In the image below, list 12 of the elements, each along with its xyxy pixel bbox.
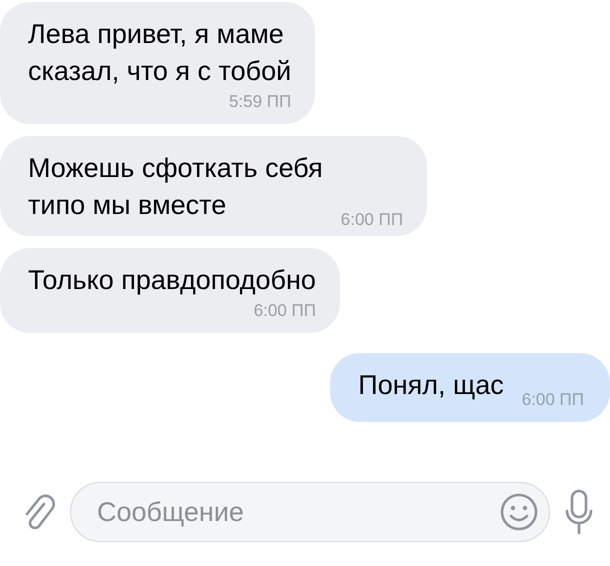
message-input-field[interactable]: Сообщение (70, 482, 550, 542)
message-text: Лева привет, я маме сказал, что я с тобой (28, 18, 292, 88)
message-time: 6:00 ПП (522, 390, 584, 410)
smiley-icon[interactable] (499, 492, 539, 532)
microphone-icon[interactable] (564, 489, 594, 535)
message-time: 6:00 ПП (254, 301, 316, 321)
message-text: Только правдоподобно (28, 264, 316, 297)
message-time: 6:00 ПП (340, 210, 404, 230)
message-time: 5:59 ПП (228, 92, 292, 112)
message-input[interactable]: Сообщение (95, 496, 499, 528)
message-text: Понял, щас (358, 369, 504, 402)
message-text: Можешь сфоткать себя типо мы вместе (28, 152, 323, 222)
